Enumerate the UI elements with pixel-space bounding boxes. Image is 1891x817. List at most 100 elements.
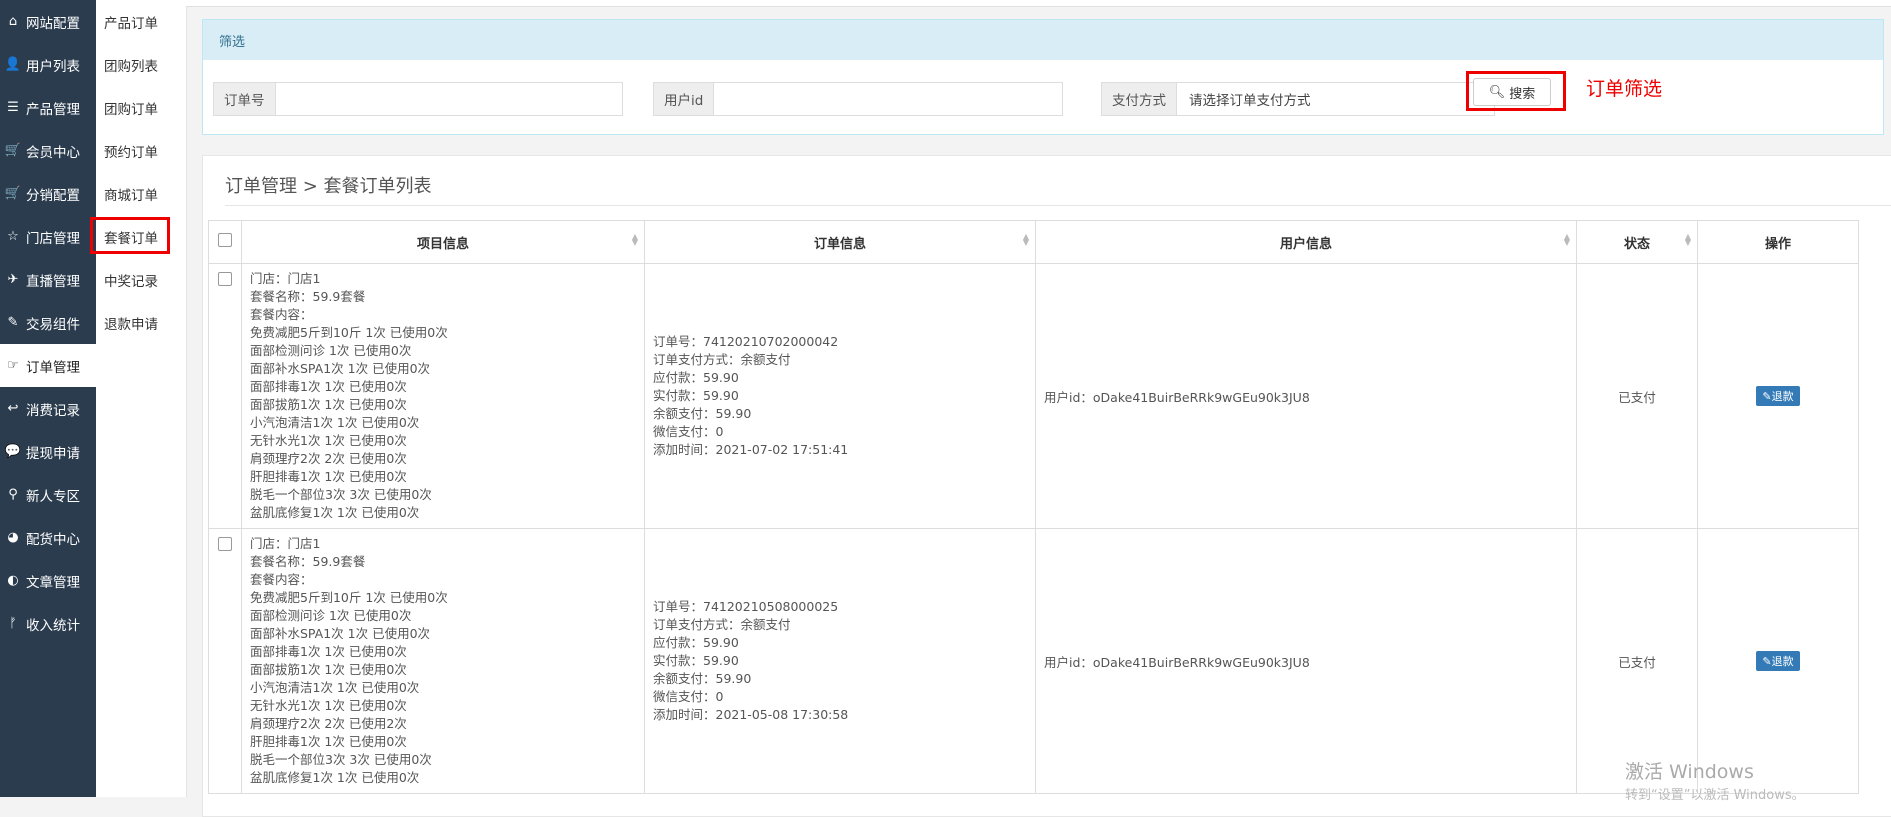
order-line: 应付款：59.90 xyxy=(653,635,739,650)
project-line: 面部检测问诊 1次 已使用0次 xyxy=(250,608,412,623)
subnav-item-4[interactable]: 商城订单 xyxy=(96,172,186,215)
sidebar-item-1[interactable]: 👤 用户列表 xyxy=(0,43,96,86)
star-icon: ☆ xyxy=(7,229,19,244)
action-cell: ✎退款 xyxy=(1697,263,1859,529)
refund-button[interactable]: ✎退款 xyxy=(1756,651,1800,671)
sidebar-item-0[interactable]: ⌂ 网站配置 xyxy=(0,0,96,43)
order-no-group: 订单号 xyxy=(213,82,623,116)
order-no-label: 订单号 xyxy=(214,83,276,115)
main-sidebar: ⌂ 网站配置 👤 用户列表 ☰ 产品管理 🛒 会员中心 🛒 分销配置 ☆ 门店管理 ✈ 直播管理 ✎ 交易组件… xyxy=(0,0,96,797)
project-line: 面部补水SPA1次 1次 已使用0次 xyxy=(250,626,431,641)
order-line: 订单号：74120210508000025 xyxy=(653,599,839,614)
sidebar-item-8[interactable]: ☞ 订单管理 xyxy=(0,344,96,387)
row-checkbox[interactable] xyxy=(218,537,232,551)
sidebar-item-11[interactable]: ⚲ 新人专区 xyxy=(0,473,96,516)
sidebar-item-12[interactable]: ◕ 配货中心 xyxy=(0,516,96,559)
sidebar-item-label: 门店管理 xyxy=(26,230,80,247)
col-order[interactable]: 订单信息 ▲ ▼ xyxy=(644,220,1036,264)
pay-method-value: 请选择订单支付方式 xyxy=(1189,93,1311,109)
adjust-icon: ◐ xyxy=(7,573,19,588)
user-icon: 👤 xyxy=(4,57,22,72)
subnav-item-2[interactable]: 团购订单 xyxy=(96,86,186,129)
sort-icon: ▲ ▼ xyxy=(1684,232,1691,247)
sidebar-item-label: 消费记录 xyxy=(26,402,80,419)
windows-watermark: 激活 Windows xyxy=(1625,761,1754,783)
search-label: 搜索 xyxy=(1509,86,1536,102)
sidebar-item-7[interactable]: ✎ 交易组件 xyxy=(0,301,96,344)
order-line: 余额支付：59.90 xyxy=(653,406,752,421)
col-user[interactable]: 用户信息 ▲ ▼ xyxy=(1035,220,1577,264)
project-line: 无针水光1次 1次 已使用0次 xyxy=(250,698,407,713)
order-line: 微信支付：0 xyxy=(653,689,724,704)
list-icon: ☰ xyxy=(7,100,19,115)
order-line: 订单号：74120210702000042 xyxy=(653,334,839,349)
order-no-input[interactable] xyxy=(275,83,622,115)
windows-watermark-sub: 转到“设置”以激活 Windows。 xyxy=(1625,788,1805,803)
subnav-item-3[interactable]: 预约订单 xyxy=(96,129,186,172)
sidebar-item-13[interactable]: ◐ 文章管理 xyxy=(0,559,96,602)
project-line: 面部排毒1次 1次 已使用0次 xyxy=(250,379,407,394)
sidebar-item-4[interactable]: 🛒 分销配置 xyxy=(0,172,96,215)
project-line: 免费减肥5斤到10斤 1次 已使用0次 xyxy=(250,325,448,340)
sidebar-item-2[interactable]: ☰ 产品管理 xyxy=(0,86,96,129)
sidebar-item-label: 产品管理 xyxy=(26,101,80,118)
search-button[interactable]: 🔍︎ 搜索 xyxy=(1473,78,1551,106)
sidebar-item-label: 配货中心 xyxy=(26,531,80,548)
sidebar-item-14[interactable]: ᚠ 收入统计 xyxy=(0,602,96,645)
edit-icon: ✎ xyxy=(1762,655,1772,668)
sidebar-item-9[interactable]: ↩ 消费记录 xyxy=(0,387,96,430)
search-icon: 🔍︎ xyxy=(1488,84,1506,100)
sidebar-item-label: 文章管理 xyxy=(26,574,80,591)
col-status[interactable]: 状态 ▲ ▼ xyxy=(1576,220,1698,264)
subnav-item-5[interactable]: 套餐订单 xyxy=(90,215,186,258)
sidebar-item-3[interactable]: 🛒 会员中心 xyxy=(0,129,96,172)
table-row: 门店：门店1 套餐名称：59.9套餐 套餐内容： 免费减肥5斤到10斤 1次 已使用0… xyxy=(208,263,1859,529)
project-line: 面部拔筋1次 1次 已使用0次 xyxy=(250,662,407,677)
order-table: 项目信息 ▲ ▼ 订单信息 ▲ ▼ 用户信息 ▲ ▼ 状态 ▲ ▼ 操作 门店：门店1 套餐名称：… xyxy=(208,220,1859,794)
project-line: 门店：门店1 xyxy=(250,271,321,286)
pay-method-select[interactable]: 请选择订单支付方式 xyxy=(1177,83,1494,115)
project-line: 盆肌底修复1次 1次 已使用0次 xyxy=(250,770,420,785)
user-id-input[interactable] xyxy=(714,83,1062,115)
project-line: 面部检测问诊 1次 已使用0次 xyxy=(250,343,412,358)
sidebar-item-10[interactable]: 💬 提现申请 xyxy=(0,430,96,473)
sidebar-item-6[interactable]: ✈ 直播管理 xyxy=(0,258,96,301)
user-info-cell: 用户id：oDake41BuirBeRRk9wGEu90k3JU8 xyxy=(1035,263,1577,529)
subnav-item-1[interactable]: 团购列表 xyxy=(96,43,186,86)
project-line: 肩颈理疗2次 2次 已使用2次 xyxy=(250,716,407,731)
row-checkbox[interactable] xyxy=(218,272,232,286)
order-line: 添加时间：2021-07-02 17:51:41 xyxy=(653,442,849,457)
project-line: 免费减肥5斤到10斤 1次 已使用0次 xyxy=(250,590,448,605)
edit-icon: ✎ xyxy=(1762,390,1772,403)
row-select-cell xyxy=(208,528,242,794)
project-line: 无针水光1次 1次 已使用0次 xyxy=(250,433,407,448)
breadcrumb: 订单管理 > 套餐订单列表 xyxy=(225,176,432,197)
refund-label: 退款 xyxy=(1771,390,1794,403)
project-line: 脱毛一个部位3次 3次 已使用0次 xyxy=(250,487,432,502)
plane-icon: ✈ xyxy=(7,272,19,287)
sort-icon: ▲ ▼ xyxy=(1563,232,1570,247)
pie-chart-icon: ◕ xyxy=(7,530,19,545)
refund-label: 退款 xyxy=(1771,655,1794,668)
gavel-icon: ✎ xyxy=(7,315,19,330)
sidebar-item-5[interactable]: ☆ 门店管理 xyxy=(0,215,96,258)
sort-icon: ▲ ▼ xyxy=(1022,232,1029,247)
sidebar-item-label: 用户列表 xyxy=(26,58,80,75)
project-line: 小汽泡清洁1次 1次 已使用0次 xyxy=(250,680,420,695)
col-project[interactable]: 项目信息 ▲ ▼ xyxy=(241,220,645,264)
code-fork-icon: ᚠ xyxy=(9,616,17,631)
sidebar-item-label: 直播管理 xyxy=(26,273,80,290)
user-id-group: 用户id xyxy=(653,82,1063,116)
status-cell: 已支付 xyxy=(1576,263,1698,529)
subnav-item-0[interactable]: 产品订单 xyxy=(96,0,186,43)
col-action: 操作 xyxy=(1697,220,1859,264)
main-content: 筛选 订单号 用户id 支付方式 请选择订单支付方式 🔍︎ 搜索 订单筛选 订单… xyxy=(186,0,1891,817)
refund-button[interactable]: ✎退款 xyxy=(1756,386,1800,406)
subnav-item-6[interactable]: 中奖记录 xyxy=(96,258,186,301)
project-line: 套餐名称：59.9套餐 xyxy=(250,554,366,569)
select-all-checkbox[interactable] xyxy=(218,233,232,247)
project-line: 肝胆排毒1次 1次 已使用0次 xyxy=(250,469,407,484)
project-line: 套餐内容： xyxy=(250,307,313,322)
user-info-cell: 用户id：oDake41BuirBeRRk9wGEu90k3JU8 xyxy=(1035,528,1577,794)
subnav-item-7[interactable]: 退款申请 xyxy=(96,301,186,344)
